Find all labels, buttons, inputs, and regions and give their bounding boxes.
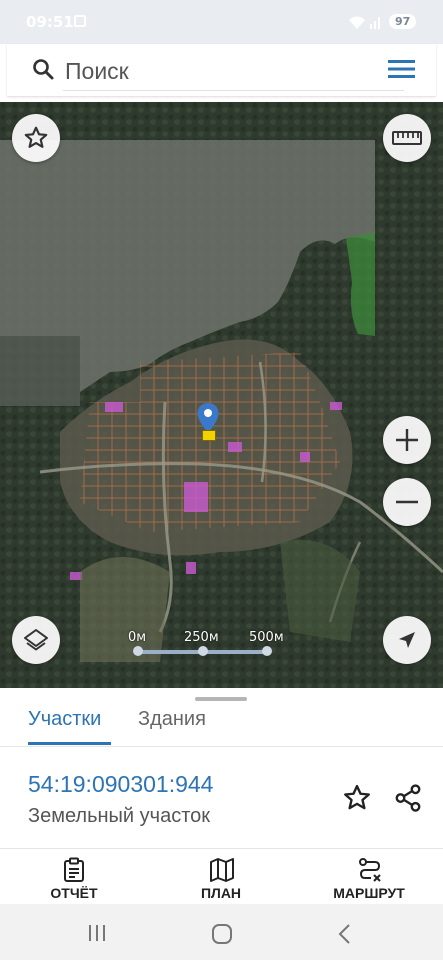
- scale-tick: [133, 646, 143, 656]
- report-button[interactable]: ОТЧЁТ: [14, 849, 134, 905]
- home-icon[interactable]: [211, 923, 233, 945]
- route-button[interactable]: МАРШРУТ: [309, 849, 429, 905]
- active-tab-indicator: [28, 742, 111, 745]
- route-label: МАРШРУТ: [333, 885, 405, 901]
- menu-icon[interactable]: [387, 58, 417, 80]
- tab-bar: Участки Здания: [0, 706, 443, 747]
- share-icon[interactable]: [393, 783, 423, 813]
- scale-bar: 0м 250м 500м: [128, 630, 288, 666]
- action-bar: ОТЧЁТ ПЛАН МАРШРУТ: [0, 848, 443, 905]
- tab-buildings[interactable]: Здания: [138, 706, 206, 744]
- status-bar: 09:51 97: [0, 0, 443, 44]
- wifi-signal-icon: [349, 16, 380, 29]
- ruler-icon: [392, 131, 422, 145]
- my-location-button[interactable]: [383, 616, 431, 664]
- tab-parcels[interactable]: Участки: [28, 706, 111, 745]
- status-time: 09:51: [26, 13, 74, 31]
- scale-tick: [262, 646, 272, 656]
- sheet-drag-handle[interactable]: [195, 697, 247, 701]
- map-view[interactable]: 0м 250м 500м: [0, 102, 443, 688]
- tab-parcels-label: Участки: [28, 708, 102, 730]
- route-icon: [359, 858, 381, 882]
- parcel-type: Земельный участок: [28, 805, 211, 827]
- zoom-out-button[interactable]: [383, 478, 431, 526]
- navigation-arrow-icon: [399, 632, 415, 648]
- tab-buildings-label: Здания: [138, 708, 206, 730]
- search-bar: [7, 44, 436, 96]
- plan-button[interactable]: ПЛАН: [161, 849, 281, 905]
- star-icon: [24, 126, 48, 148]
- parcel-marker[interactable]: [202, 430, 216, 441]
- plan-label: ПЛАН: [200, 885, 242, 901]
- layers-button[interactable]: [12, 616, 60, 664]
- battery-indicator: 97: [389, 14, 417, 29]
- scale-label-500: 500м: [249, 630, 284, 645]
- report-label: ОТЧЁТ: [50, 885, 98, 901]
- measure-button[interactable]: [383, 114, 431, 162]
- scale-label-250: 250м: [184, 630, 219, 645]
- search-icon[interactable]: [31, 57, 55, 81]
- parcel-cadastral-number[interactable]: 54:19:090301:944: [28, 771, 213, 798]
- star-icon[interactable]: [342, 783, 372, 813]
- map-plan-icon: [210, 858, 234, 882]
- minus-icon: [396, 500, 418, 504]
- back-icon[interactable]: [337, 923, 353, 945]
- favorites-button[interactable]: [12, 114, 60, 162]
- satellite-map: [0, 102, 443, 688]
- scale-tick: [198, 646, 208, 656]
- zoom-in-button[interactable]: [383, 416, 431, 464]
- search-input[interactable]: [63, 52, 404, 91]
- plus-icon: [396, 429, 418, 451]
- recent-apps-icon[interactable]: [87, 924, 107, 942]
- screenshot-icon: [74, 15, 86, 27]
- layers-icon: [24, 629, 48, 651]
- scale-label-0: 0м: [128, 630, 147, 645]
- report-icon: [64, 857, 84, 882]
- system-navigation-bar: [0, 904, 443, 960]
